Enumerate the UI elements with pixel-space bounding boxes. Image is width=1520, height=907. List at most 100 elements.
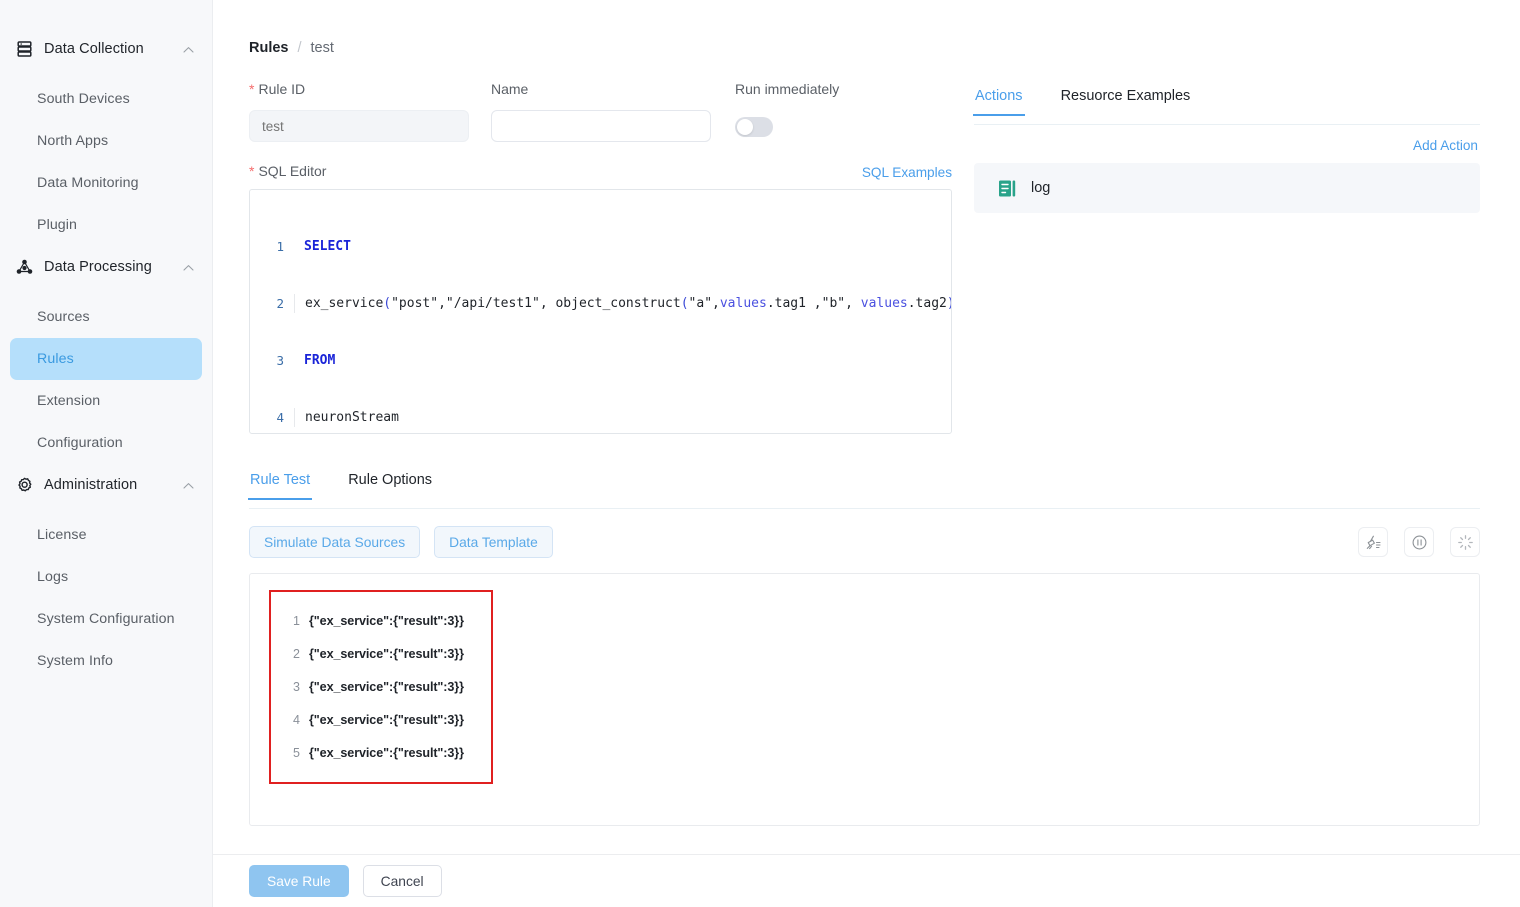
sidebar-item-label: System Info xyxy=(37,653,113,669)
breadcrumb-separator: / xyxy=(298,40,302,56)
breadcrumb: Rules / test xyxy=(249,38,1480,58)
sidebar-item-label: Extension xyxy=(37,393,100,409)
sql-stream-name: neuronStream xyxy=(305,410,399,425)
sql-paren: ( xyxy=(681,296,689,311)
tab-label: Resuorce Examples xyxy=(1061,88,1191,104)
save-rule-button[interactable]: Save Rule xyxy=(249,865,349,897)
result-row: 3 {"ex_service":{"result":3}} xyxy=(271,670,491,703)
tab-label: Actions xyxy=(975,88,1023,104)
tab-resource-examples[interactable]: Resuorce Examples xyxy=(1060,88,1192,115)
result-index: 4 xyxy=(284,713,300,727)
name-input[interactable] xyxy=(491,110,711,142)
code-text: FROM xyxy=(294,351,335,370)
line-number: 2 xyxy=(250,294,294,313)
pause-circle-icon[interactable] xyxy=(1404,527,1434,557)
code-text: neuronStream xyxy=(294,408,399,427)
tab-rule-test[interactable]: Rule Test xyxy=(249,472,311,499)
run-immediately-toggle[interactable] xyxy=(735,117,773,137)
name-label: Name xyxy=(491,80,711,98)
actions-column: Actions Resuorce Examples Add Action xyxy=(974,80,1480,213)
result-row: 5 {"ex_service":{"result":3}} xyxy=(271,736,491,769)
add-action-button[interactable]: Add Action xyxy=(1413,138,1478,153)
result-text: {"ex_service":{"result":3}} xyxy=(309,746,464,760)
rule-id-input[interactable] xyxy=(249,110,469,142)
chevron-up-icon xyxy=(182,43,194,55)
loading-spinner-icon[interactable] xyxy=(1450,527,1480,557)
sidebar-item-extension[interactable]: Extension xyxy=(10,380,202,422)
result-index: 1 xyxy=(284,614,300,628)
required-asterisk: * xyxy=(249,81,254,97)
result-index: 3 xyxy=(284,680,300,694)
sql-editor-header: *SQL Editor SQL Examples xyxy=(249,162,952,180)
sidebar-item-north-apps[interactable]: North Apps xyxy=(10,120,202,162)
tab-actions[interactable]: Actions xyxy=(974,88,1024,115)
data-template-button[interactable]: Data Template xyxy=(434,526,553,558)
sidebar-item-label: Data Monitoring xyxy=(37,175,139,191)
breadcrumb-current: test xyxy=(311,40,334,56)
breadcrumb-root[interactable]: Rules xyxy=(249,40,289,56)
sql-keyword-select: SELECT xyxy=(304,239,351,254)
run-immediately-label: Run immediately xyxy=(735,80,915,98)
broom-clear-icon[interactable] xyxy=(1358,527,1388,557)
sql-editor-label-text: SQL Editor xyxy=(258,163,326,179)
code-line: 4 neuronStream xyxy=(250,408,951,427)
main-area: Rules / test *Rule ID Na xyxy=(213,0,1520,907)
add-action-row: Add Action xyxy=(974,125,1480,163)
sidebar-group-data-collection[interactable]: Data Collection xyxy=(0,34,212,64)
gear-icon xyxy=(14,475,34,495)
top-columns: *Rule ID Name Run immediately xyxy=(249,80,1480,434)
test-tabbar: Rule Test Rule Options xyxy=(249,472,1480,509)
sql-examples-link[interactable]: SQL Examples xyxy=(862,165,952,180)
sidebar-item-system-info[interactable]: System Info xyxy=(10,640,202,682)
sidebar-item-rules[interactable]: Rules xyxy=(10,338,202,380)
action-item-log[interactable]: log xyxy=(974,163,1480,213)
field-run-immediately: Run immediately xyxy=(735,80,915,142)
sidebar-item-south-devices[interactable]: South Devices xyxy=(10,78,202,120)
sidebar-item-license[interactable]: License xyxy=(10,514,202,556)
sidebar-item-configuration[interactable]: Configuration xyxy=(10,422,202,464)
code-text: ex_service("post","/api/test1", object_c… xyxy=(294,294,952,313)
sidebar-item-label: Plugin xyxy=(37,217,77,233)
result-text: {"ex_service":{"result":3}} xyxy=(309,680,464,694)
sidebar-item-logs[interactable]: Logs xyxy=(10,556,202,598)
chevron-up-icon xyxy=(182,261,194,273)
sidebar-item-label: System Configuration xyxy=(37,611,175,627)
rule-form-column: *Rule ID Name Run immediately xyxy=(249,80,952,434)
sql-args: "a", xyxy=(689,296,720,311)
simulate-data-sources-button[interactable]: Simulate Data Sources xyxy=(249,526,420,558)
field-rule-id: *Rule ID xyxy=(249,80,469,142)
cancel-button[interactable]: Cancel xyxy=(363,865,442,897)
field-name: Name xyxy=(491,80,711,142)
test-results-highlight-box: 1 {"ex_service":{"result":3}} 2 {"ex_ser… xyxy=(269,590,493,784)
line-number: 3 xyxy=(250,351,294,370)
sql-editor[interactable]: 1 SELECT 2 ex_service("post","/api/test1… xyxy=(249,189,952,434)
app-root: Data Collection South Devices North Apps… xyxy=(0,0,1520,907)
sidebar-group-administration[interactable]: Administration xyxy=(0,470,212,500)
result-index: 2 xyxy=(284,647,300,661)
sql-keyword-from: FROM xyxy=(304,353,335,368)
code-line: 3 FROM xyxy=(250,351,951,370)
sidebar-item-plugin[interactable]: Plugin xyxy=(10,204,202,246)
actions-tabbar: Actions Resuorce Examples xyxy=(974,88,1480,125)
sql-fn-ex-service: ex_service xyxy=(305,296,383,311)
sql-paren: ( xyxy=(383,296,391,311)
tab-rule-options[interactable]: Rule Options xyxy=(347,472,433,499)
page-content: Rules / test *Rule ID Na xyxy=(213,0,1520,855)
sidebar-group-data-processing[interactable]: Data Processing xyxy=(0,252,212,282)
sidebar-item-sources[interactable]: Sources xyxy=(10,296,202,338)
page-footer: Save Rule Cancel xyxy=(213,854,1520,907)
sql-fn-object-construct: object_construct xyxy=(555,296,680,311)
sidebar-item-label: Logs xyxy=(37,569,68,585)
code-line: 1 SELECT xyxy=(250,237,951,256)
sidebar-item-data-monitoring[interactable]: Data Monitoring xyxy=(10,162,202,204)
sidebar-item-label: License xyxy=(37,527,87,543)
test-panel: Rule Test Rule Options Simulate Data Sou… xyxy=(249,472,1480,826)
result-row: 2 {"ex_service":{"result":3}} xyxy=(271,637,491,670)
sql-property: .tag1 , xyxy=(767,296,822,311)
log-icon xyxy=(998,179,1017,198)
tab-label: Rule Test xyxy=(250,472,310,488)
chevron-up-icon xyxy=(182,479,194,491)
sidebar-item-system-configuration[interactable]: System Configuration xyxy=(10,598,202,640)
sql-paren: )) xyxy=(947,296,952,311)
toggle-knob xyxy=(737,119,753,135)
